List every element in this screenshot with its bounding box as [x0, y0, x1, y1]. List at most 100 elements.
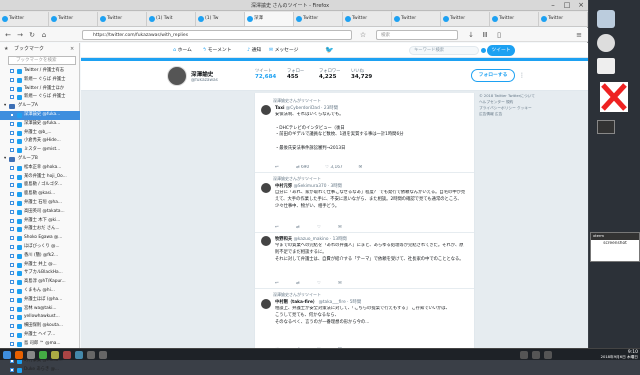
tray-network-icon[interactable] — [520, 351, 528, 359]
tweet[interactable]: 深澤諭史さんがリツイート Taxi @CyberdoriDad · 23時間 安保法… — [255, 95, 474, 173]
downloads-icon[interactable]: ↓ — [466, 30, 476, 40]
files-icon[interactable] — [27, 351, 35, 359]
bookmark-item[interactable]: 高田英司 @takata... — [0, 208, 80, 217]
close-icon[interactable]: × — [574, 1, 588, 10]
bookmark-item[interactable]: 香川 (簡) @fk2... — [0, 252, 80, 261]
like-icon[interactable]: ♡ — [317, 281, 322, 286]
reload-icon[interactable]: ↻ — [27, 30, 37, 40]
back-icon[interactable]: ← — [3, 30, 13, 40]
tweet[interactable]: 牧野和夫 @kazuo_makino · 13時間 今までの質業への完結を「あれの… — [255, 233, 474, 289]
twitter-search-input[interactable]: キーワード検索 — [409, 46, 479, 55]
tweet-author[interactable]: 中村元弥 — [275, 184, 292, 189]
tab-6[interactable]: Twitter — [294, 12, 343, 26]
retweet-icon[interactable]: ⇄ — [296, 281, 301, 286]
checkbox-icon[interactable] — [10, 69, 14, 73]
desktop-calendar-icon[interactable] — [597, 58, 615, 74]
checkbox-icon[interactable] — [10, 253, 14, 258]
nav-notifications[interactable]: ♪ 通知 — [247, 46, 261, 55]
like-icon[interactable]: ♡ — [317, 225, 322, 230]
stat-3[interactable]: いいね 34,729 — [351, 68, 379, 80]
tweet-handle[interactable]: @Sekimura370 · 3時間 — [294, 184, 342, 189]
bookmark-item[interactable]: 弁護士おだ さん... — [0, 225, 80, 234]
bookmark-item[interactable]: 某の弁護士 hoji_Oo... — [0, 173, 80, 182]
tweet-handle[interactable]: @kazuo_makino · 13時間 — [294, 237, 347, 242]
checkbox-icon[interactable] — [10, 306, 14, 311]
tab-0[interactable]: Twitter — [0, 12, 49, 26]
more-icon[interactable]: ⋮ — [518, 70, 526, 81]
bookmark-item[interactable]: 深澤諭史 @fuka... — [0, 120, 80, 129]
dm-icon[interactable]: ✉ — [338, 281, 342, 286]
x-logo-icon[interactable] — [600, 82, 628, 112]
bookmark-item[interactable]: 新規一 ぐらば 弁護士 — [0, 76, 80, 85]
bookmark-item[interactable]: Twitter / 弁護士有志 — [0, 67, 80, 76]
follow-button[interactable]: フォローする — [471, 69, 515, 82]
tweet-handle[interactable]: @CyberdoriDad · 23時間 — [286, 106, 338, 111]
avatar[interactable] — [261, 105, 271, 115]
app-icon[interactable] — [63, 351, 71, 359]
tweet-author[interactable]: 牧野和夫 — [275, 237, 292, 242]
bookmark-item[interactable]: 松本正幸 @hoka... — [0, 164, 80, 173]
tweet-author[interactable]: Taxi — [275, 106, 285, 111]
start-menu-icon[interactable] — [3, 351, 11, 359]
library-icon[interactable]: Ⅲ — [480, 30, 490, 40]
checkbox-icon[interactable] — [10, 86, 14, 91]
tab-1[interactable]: Twitter — [49, 12, 98, 26]
bookmark-item[interactable]: 弁護士 ヘイブ... — [0, 331, 80, 340]
checkbox-icon[interactable] — [10, 165, 14, 170]
like-icon[interactable]: ♡ 3,167 — [325, 165, 343, 170]
bookmark-star-icon[interactable]: ☆ — [358, 30, 368, 40]
bookmark-item[interactable]: ほぼびっくり @... — [0, 243, 80, 252]
tweet-author[interactable]: 中村剛（taka-fire） — [275, 300, 317, 305]
terminal-window[interactable]: xterm screenshot — [590, 232, 640, 262]
terminal-icon[interactable] — [39, 351, 47, 359]
checkbox-icon[interactable] — [10, 280, 14, 285]
bookmark-item[interactable]: 高島淳 @hT/Kapur... — [0, 278, 80, 287]
profile-name[interactable]: 深澤諭史 — [191, 70, 213, 78]
footer-link[interactable]: 広告情報 広告 — [479, 111, 579, 117]
checkbox-icon[interactable] — [10, 245, 14, 249]
sidebar-header[interactable]: ★ ブックマーク × — [0, 43, 80, 55]
title-bar[interactable]: 深澤諭史 さんのツイート - Firefox – □ × — [0, 0, 588, 11]
profile-handle[interactable]: @fukazawas — [191, 78, 218, 83]
app-icon[interactable] — [99, 351, 107, 359]
bookmark-search-input[interactable]: ブックマークを検索 — [8, 56, 76, 65]
close-icon[interactable]: × — [70, 43, 74, 55]
terminal-title[interactable]: xterm — [591, 233, 639, 240]
nav-moments[interactable]: ϟ モーメント — [203, 46, 232, 55]
app-icon[interactable] — [75, 351, 83, 359]
retweet-icon[interactable]: ⇄ — [296, 225, 301, 230]
reply-icon[interactable]: ↩ — [275, 225, 280, 230]
editor-icon[interactable] — [51, 351, 59, 359]
forward-icon[interactable]: → — [15, 30, 25, 40]
tab-2[interactable]: Twitter — [98, 12, 147, 26]
bookmark-item[interactable]: 小倉秀夫 @Hide... — [0, 137, 80, 146]
sidebar-toggle-icon[interactable]: ▯ — [494, 30, 504, 40]
checkbox-icon[interactable] — [10, 121, 14, 126]
bookmark-item[interactable]: 鹿島勲 @kasi... — [0, 190, 80, 199]
bookmark-item[interactable]: 弁護士 @b_... — [0, 129, 80, 138]
avatar[interactable] — [261, 299, 271, 309]
checkbox-icon[interactable] — [10, 183, 14, 188]
profile-avatar[interactable] — [167, 66, 187, 86]
nav-messages[interactable]: ✉ メッセージ — [269, 46, 298, 55]
desktop-home-icon[interactable] — [597, 10, 615, 28]
bookmark-item[interactable]: 弁護士 木下 @ki... — [0, 217, 80, 226]
checkbox-icon[interactable] — [10, 341, 14, 346]
tab-11[interactable]: Twitter — [539, 12, 588, 26]
checkbox-icon[interactable] — [10, 77, 14, 82]
reply-icon[interactable]: ↩ — [275, 281, 280, 286]
checkbox-icon[interactable] — [10, 333, 14, 337]
stat-2[interactable]: フォロワー 4,225 — [319, 68, 347, 80]
tab-5[interactable]: 深澤 — [245, 12, 294, 26]
tab-4[interactable]: (1) Tw — [196, 12, 245, 26]
desktop-monitor-icon[interactable] — [597, 120, 615, 134]
profile-thumb-icon[interactable] — [481, 48, 486, 53]
bookmark-item[interactable]: 新規一 ぐらば 弁護士 — [0, 93, 80, 102]
reply-icon[interactable]: ↩ — [275, 165, 280, 170]
bookmark-item[interactable]: 鹿島勲 / ゴルゴタ... — [0, 181, 80, 190]
checkbox-icon[interactable] — [10, 236, 14, 241]
chevron-down-icon[interactable]: ▾ — [4, 102, 6, 111]
checkbox-icon[interactable] — [10, 297, 14, 302]
clock[interactable]: 9:10 2018年9月6日 木曜日 — [572, 350, 638, 360]
checkbox-icon[interactable] — [10, 201, 14, 205]
